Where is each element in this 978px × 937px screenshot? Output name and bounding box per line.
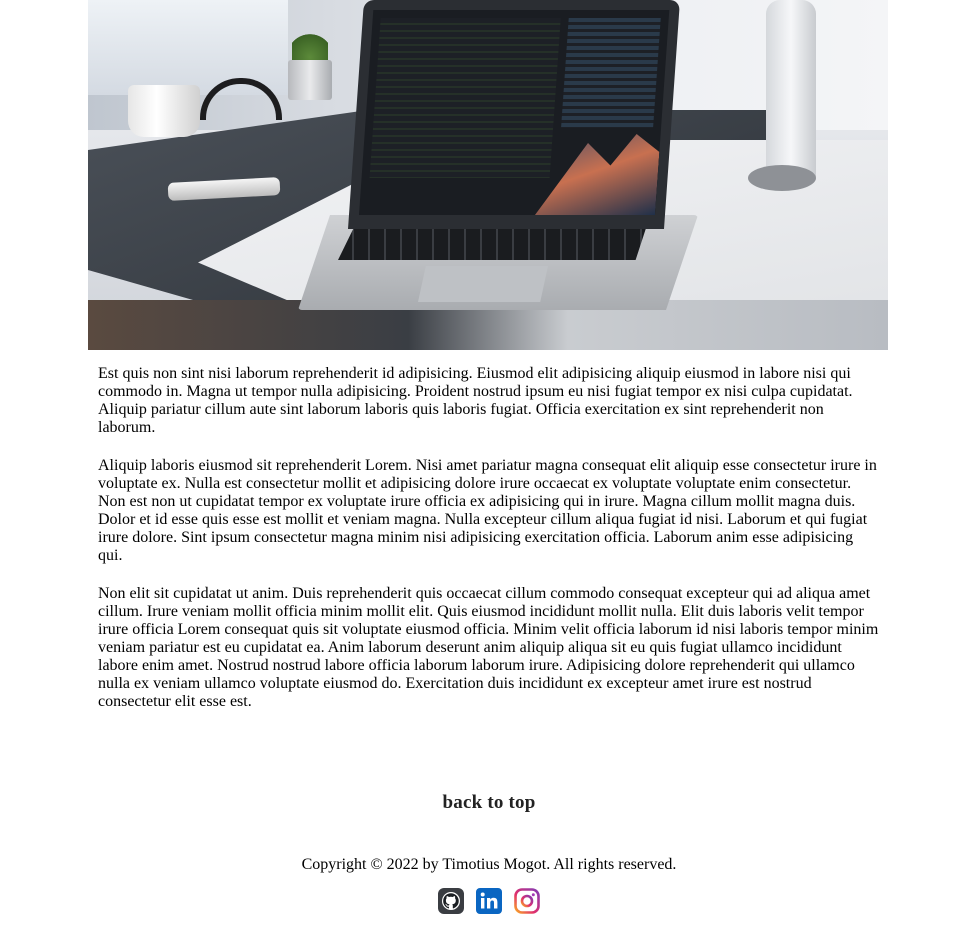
wallpaper-mountain (535, 125, 661, 215)
article-body: Est quis non sint nisi laborum reprehend… (98, 365, 880, 731)
laptop-screen (347, 0, 681, 229)
article-paragraph: Aliquip laboris eiusmod sit reprehenderi… (98, 457, 877, 564)
github-icon[interactable] (438, 888, 464, 914)
code-editor-pane (369, 18, 561, 178)
decor-rack-base (748, 165, 816, 191)
instagram-icon[interactable] (514, 888, 540, 914)
laptop-trackpad (418, 266, 548, 302)
decor-rack (766, 0, 816, 180)
hero-image (88, 0, 888, 350)
copyright-text: Copyright © 2022 by Timotius Mogot. All … (301, 856, 677, 873)
article-paragraph: Est quis non sint nisi laborum reprehend… (98, 365, 853, 436)
plant-pot (288, 60, 332, 100)
back-to-top-link[interactable]: back to top (0, 792, 978, 814)
article-paragraph: Non elit sit cupidatat ut anim. Duis rep… (98, 585, 879, 710)
plant (288, 30, 332, 100)
social-links (0, 888, 978, 914)
coffee-mug (128, 85, 200, 137)
plant-leaves (292, 30, 328, 64)
code-editor-side-pane (561, 18, 661, 128)
linkedin-icon[interactable] (476, 888, 502, 914)
